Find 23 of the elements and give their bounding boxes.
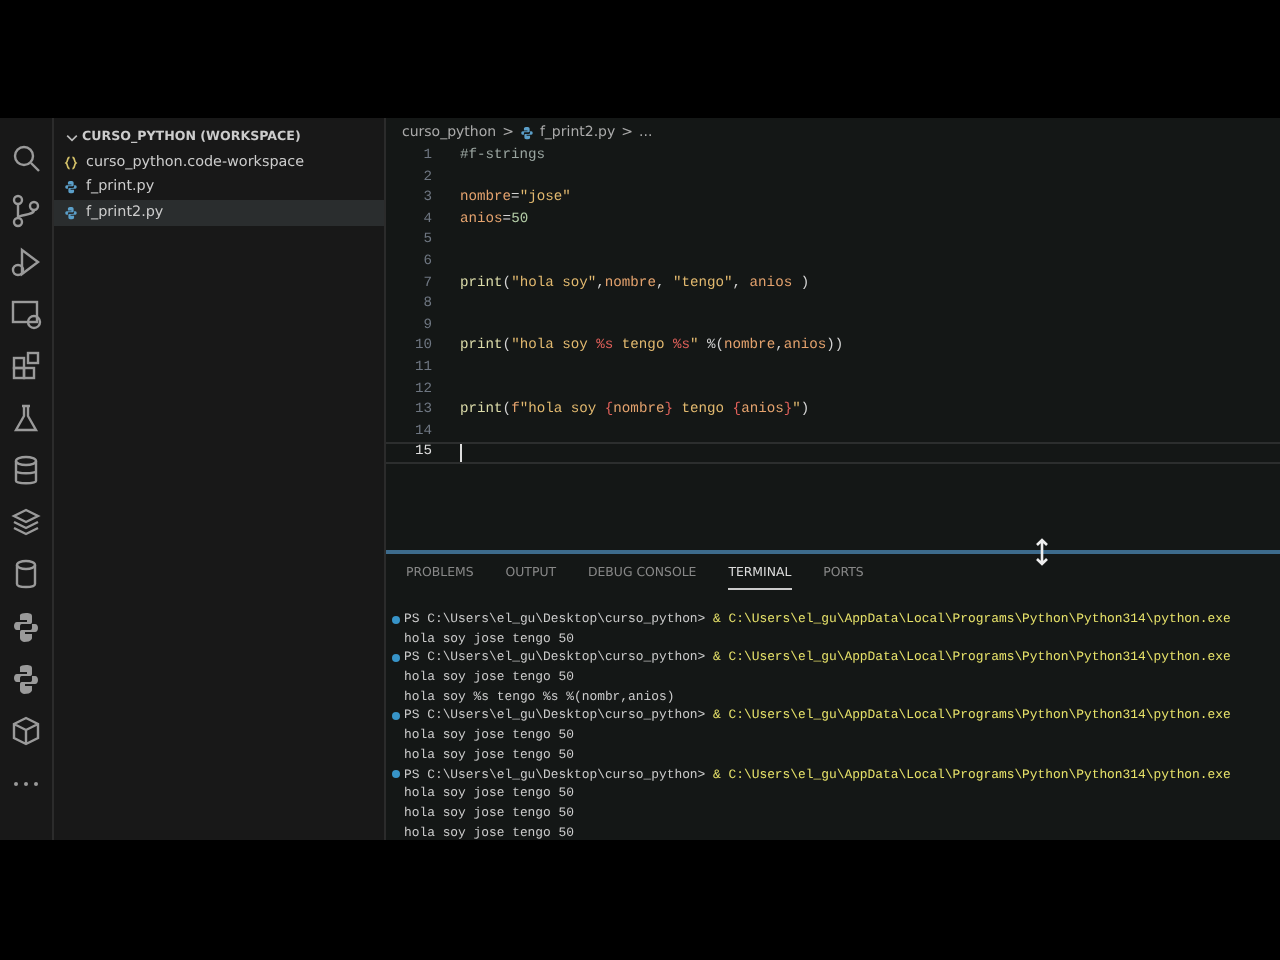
python-file-icon [64,180,78,195]
flask-icon[interactable] [10,402,42,436]
database-icon[interactable] [10,454,42,488]
command-status-dot [392,770,400,779]
layers-icon[interactable] [10,506,42,540]
command-status-dot [392,615,400,624]
search-icon[interactable] [10,142,42,176]
python-file-icon [519,125,534,139]
cylinder-icon[interactable] [10,558,42,592]
python-icon[interactable] [10,662,42,696]
extensions-icon[interactable] [10,350,42,384]
box-icon[interactable] [10,714,42,748]
text-cursor [460,444,462,463]
command-status-dot [392,712,400,721]
python-icon[interactable] [10,610,42,644]
remote-explorer-icon[interactable] [10,298,42,332]
braces-icon [64,155,78,170]
chevron-icon[interactable] [66,132,78,144]
python-file-icon [64,205,78,220]
run-debug-icon[interactable] [10,246,42,280]
resize-cursor-icon [1034,538,1050,566]
command-status-dot [392,654,400,663]
source-control-icon[interactable] [10,194,42,228]
